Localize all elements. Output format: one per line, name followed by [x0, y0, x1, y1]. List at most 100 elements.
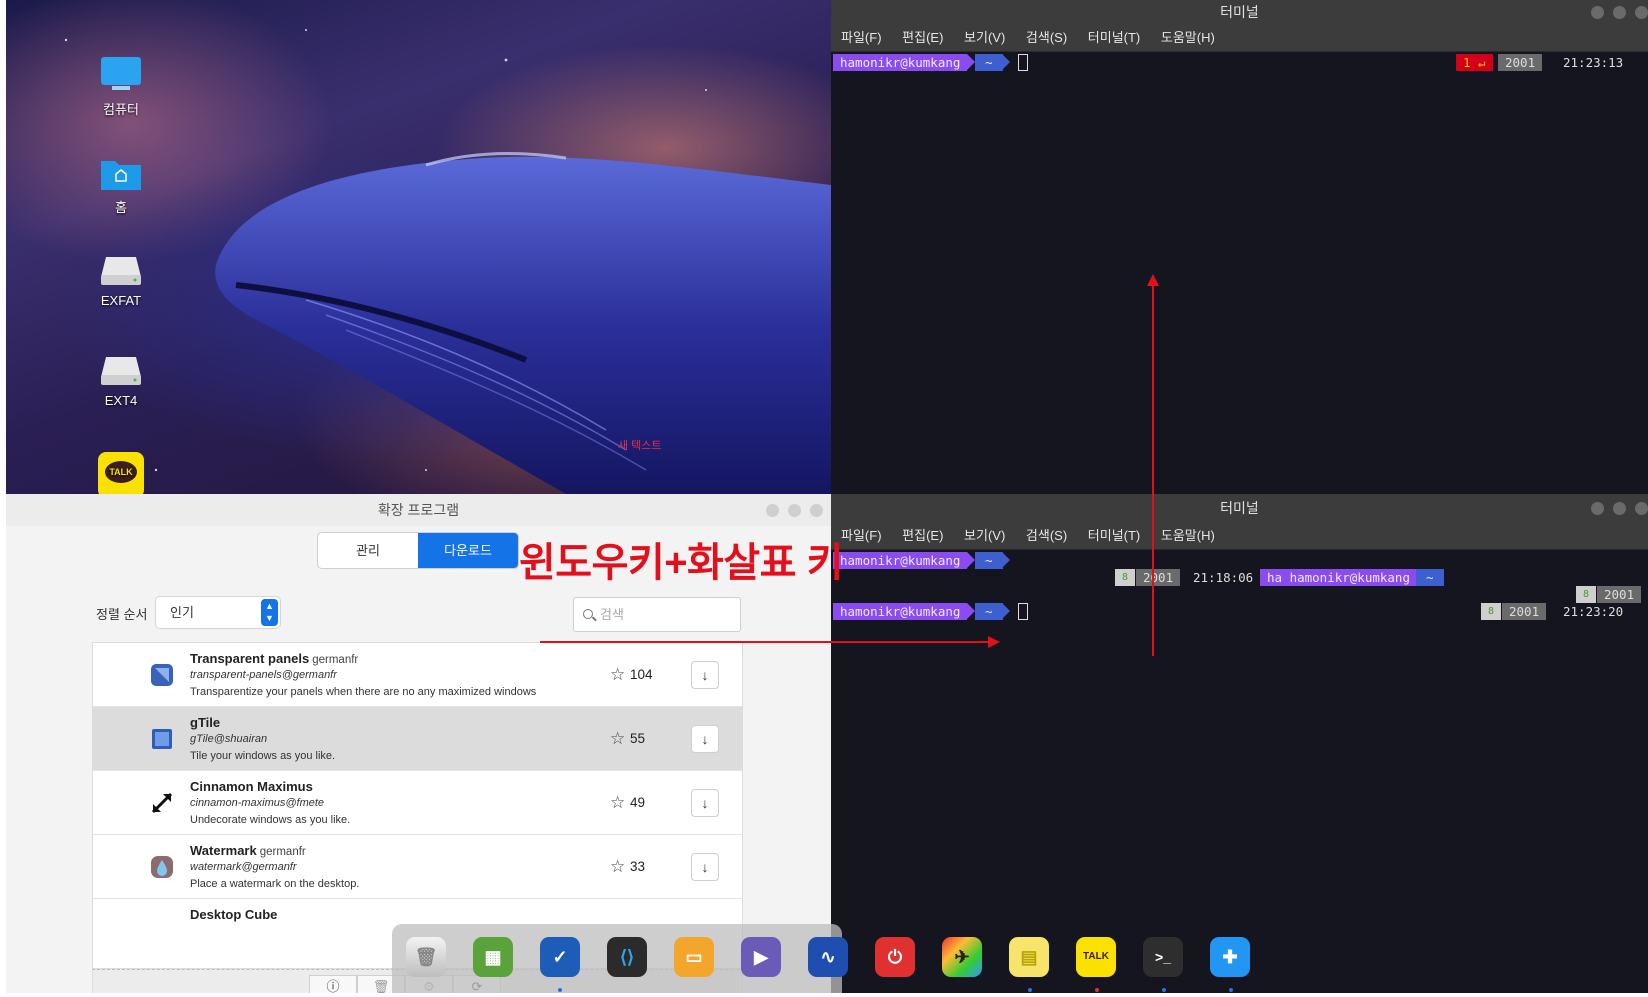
- extension-uuid: gTile@shuairan: [190, 733, 268, 745]
- extension-name: gTile: [190, 715, 221, 730]
- status-time: 21:18:06: [1193, 570, 1254, 585]
- terminal-window-top[interactable]: 터미널 파일(F) 편집(E) 보기(V) 검색(S) 터미널(T) 도움말(H…: [831, 0, 1648, 494]
- list-item[interactable]: gTile gTile@shuairan Tile your windows a…: [93, 707, 742, 771]
- download-button[interactable]: ↓: [691, 661, 719, 689]
- annotation-text: 윈도우키+화살표 키: [519, 541, 843, 585]
- extension-desc: Place a watermark on the desktop.: [190, 878, 360, 890]
- chevron-updown-icon: ▲ ▼: [261, 599, 278, 626]
- trash-icon[interactable]: 🗑: [406, 937, 446, 977]
- vscode-icon[interactable]: ⟨⟩: [607, 937, 647, 977]
- menu-terminal[interactable]: 터미널(T): [1088, 528, 1140, 543]
- extension-uuid: cinnamon-maximus@fmete: [190, 797, 325, 809]
- window-title: 터미널: [1220, 500, 1259, 516]
- menu-search[interactable]: 검색(S): [1026, 30, 1067, 45]
- close-button[interactable]: [1635, 6, 1648, 19]
- desktop-stray-label: 새 텍스트: [618, 440, 662, 452]
- terminal-cursor: [1018, 54, 1028, 71]
- info-button[interactable]: ⓘ: [309, 975, 357, 993]
- prompt-separator: [1002, 552, 1010, 568]
- list-item[interactable]: Watermark germanfr watermark@germanfr Pla…: [93, 835, 742, 899]
- prompt-user: hamonikr@kumkang: [833, 603, 968, 620]
- menu-edit[interactable]: 편집(E): [902, 30, 943, 45]
- terminal-icon[interactable]: >_: [1143, 937, 1183, 977]
- close-button[interactable]: [810, 504, 823, 517]
- sort-select[interactable]: 인기 ▲ ▼: [155, 596, 281, 629]
- prompt-dir: ~: [975, 54, 1003, 71]
- rainbow-app-icon[interactable]: ✈: [942, 937, 982, 977]
- extension-name: Transparent panels germanfr: [190, 651, 359, 666]
- terminal-titlebar[interactable]: 터미널: [831, 494, 1648, 522]
- prompt-separator: [967, 54, 975, 70]
- system-monitor-icon[interactable]: ∿: [808, 937, 848, 977]
- terminal-window-bottom[interactable]: 터미널 파일(F) 편집(E) 보기(V) 검색(S) 터미널(T) 도움말(H…: [831, 494, 1648, 993]
- window-title: 확장 프로그램: [377, 502, 460, 518]
- prompt-separator: [967, 603, 975, 619]
- media-player-icon[interactable]: ▶: [741, 937, 781, 977]
- arrowhead-right-icon: [988, 636, 1000, 648]
- extensions-titlebar[interactable]: 확장 프로그램: [6, 494, 831, 526]
- sticky-notes-icon[interactable]: ▤: [1009, 937, 1049, 977]
- list-item[interactable]: Cinnamon Maximus cinnamon-maximus@fmete …: [93, 771, 742, 835]
- download-button[interactable]: ↓: [691, 853, 719, 881]
- star-count: 104: [630, 667, 653, 682]
- maximize-button[interactable]: [788, 504, 801, 517]
- menu-view[interactable]: 보기(V): [964, 528, 1005, 543]
- terminal-titlebar[interactable]: 터미널: [831, 0, 1648, 24]
- drive-icon: [101, 357, 141, 385]
- extensions-puzzle-icon[interactable]: ✚: [1210, 937, 1250, 977]
- extension-uuid: watermark@germanfr: [190, 861, 297, 873]
- menu-help[interactable]: 도움말(H): [1161, 30, 1215, 45]
- tab-download[interactable]: 다운로드: [418, 533, 518, 568]
- list-item[interactable]: Transparent panels germanfr transparent-p…: [93, 643, 742, 707]
- power-icon[interactable]: ⏻: [875, 937, 915, 977]
- desktop-icon-label: 컴퓨터: [103, 102, 139, 117]
- extension-list: Transparent panels germanfr transparent-p…: [92, 642, 743, 969]
- menu-help[interactable]: 도움말(H): [1161, 528, 1215, 543]
- menu-terminal[interactable]: 터미널(T): [1088, 30, 1140, 45]
- arrowhead-up-icon: [1147, 274, 1159, 286]
- software-manager-icon[interactable]: ▦: [473, 937, 513, 977]
- star-icon: ☆: [610, 665, 626, 684]
- prompt-dir: ~: [1416, 569, 1444, 586]
- star-icon: ☆: [610, 857, 626, 876]
- prompt-user: hamonikr@kumkang: [833, 552, 968, 569]
- minimize-button[interactable]: [1591, 502, 1604, 515]
- terminal-content[interactable]: hamonikr@kumkang ~ 8 2001 21:18:06 ha ha…: [831, 550, 1648, 993]
- status-exit-code: 1 ↵: [1456, 54, 1493, 71]
- desktop-icon-computer[interactable]: 컴퓨터: [81, 55, 161, 118]
- menu-file[interactable]: 파일(F): [841, 528, 882, 543]
- download-button[interactable]: ↓: [691, 789, 719, 817]
- menu-edit[interactable]: 편집(E): [902, 528, 943, 543]
- kakaotalk-icon[interactable]: TALK: [1076, 937, 1116, 977]
- drive-icon: [101, 257, 141, 285]
- minimize-button[interactable]: [766, 504, 779, 517]
- desktop-icon-label: 홈: [115, 200, 127, 215]
- running-indicator: [558, 988, 562, 992]
- search-placeholder: 검색: [600, 607, 624, 622]
- maximize-button[interactable]: [1613, 6, 1626, 19]
- menu-search[interactable]: 검색(S): [1026, 528, 1067, 543]
- close-button[interactable]: [1635, 502, 1648, 515]
- files-icon[interactable]: ▭: [674, 937, 714, 977]
- desktop-icon-kakaotalk[interactable]: TALK: [81, 452, 161, 494]
- desktop-icon-exfat[interactable]: EXFAT: [81, 255, 161, 308]
- download-button[interactable]: ↓: [691, 725, 719, 753]
- menu-file[interactable]: 파일(F): [841, 30, 882, 45]
- browser-icon[interactable]: ✓: [540, 937, 580, 977]
- search-input[interactable]: 검색: [573, 597, 741, 632]
- extension-desc: Transparentize your panels when there ar…: [190, 686, 537, 698]
- maximize-button[interactable]: [1613, 502, 1626, 515]
- tab-manage[interactable]: 관리: [318, 533, 418, 568]
- computer-icon: [101, 57, 141, 90]
- desktop-icon-ext4[interactable]: EXT4: [81, 355, 161, 408]
- star-count: 55: [630, 731, 646, 746]
- star-icon: ☆: [610, 729, 626, 748]
- kakaotalk-icon: TALK: [98, 452, 144, 494]
- desktop-icon-home[interactable]: 홈: [81, 155, 161, 216]
- transparent-panels-icon: [151, 664, 173, 686]
- menu-view[interactable]: 보기(V): [964, 30, 1005, 45]
- prompt-user: ha hamonikr@kumkang: [1260, 569, 1417, 586]
- minimize-button[interactable]: [1591, 6, 1604, 19]
- extension-uuid: transparent-panels@germanfr: [190, 669, 337, 681]
- terminal-content[interactable]: hamonikr@kumkang ~ 1 ↵ 2001 21:23:13: [831, 52, 1648, 494]
